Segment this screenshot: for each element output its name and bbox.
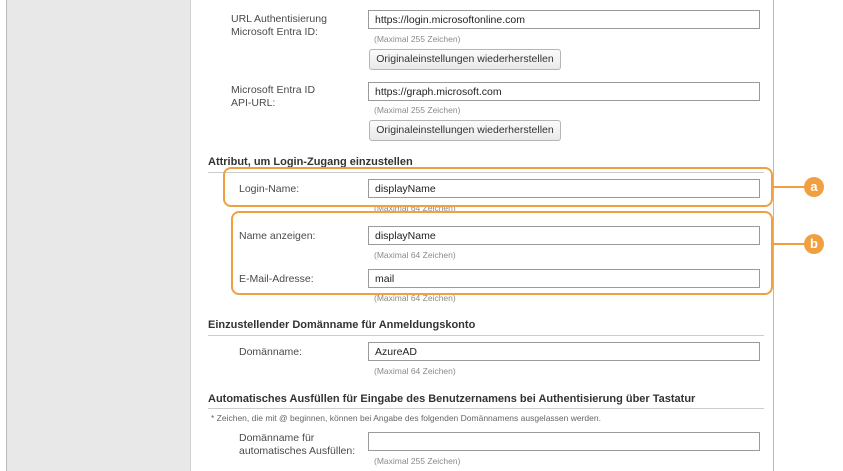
- entra-api-url-input[interactable]: https://graph.microsoft.com: [368, 82, 760, 101]
- entra-auth-url-hint: (Maximal 255 Zeichen): [374, 34, 461, 44]
- autofill-domain-input[interactable]: [368, 432, 760, 451]
- autofill-heading: Automatisches Ausfüllen für Eingabe des …: [208, 393, 696, 405]
- domain-heading: Einzustellender Domänname für Anmeldungs…: [208, 319, 476, 331]
- domain-input[interactable]: AzureAD: [368, 342, 760, 361]
- callout-b-line: [773, 243, 805, 245]
- autofill-domain-label-line2: automatisches Ausfüllen:: [239, 445, 356, 457]
- section-divider: [208, 408, 764, 409]
- entra-auth-url-label-line1: URL Authentisierung: [231, 13, 327, 25]
- autofill-domain-label: Domänname für automatisches Ausfüllen:: [239, 432, 355, 458]
- left-sidebar: [7, 0, 191, 471]
- autofill-note: * Zeichen, die mit @ beginnen, können be…: [211, 413, 601, 423]
- entra-api-url-label: Microsoft Entra ID API-URL:: [231, 84, 315, 110]
- entra-auth-url-input[interactable]: https://login.microsoftonline.com: [368, 10, 760, 29]
- callout-a-badge: a: [804, 177, 824, 197]
- autofill-domain-label-line1: Domänname für: [239, 432, 315, 444]
- section-divider: [208, 335, 764, 336]
- domain-hint: (Maximal 64 Zeichen): [374, 366, 456, 376]
- entra-auth-url-restore-button[interactable]: Originaleinstellungen wiederherstellen: [369, 49, 561, 70]
- entra-api-url-restore-button[interactable]: Originaleinstellungen wiederherstellen: [369, 120, 561, 141]
- callout-a-line: [773, 186, 805, 188]
- autofill-domain-hint: (Maximal 255 Zeichen): [374, 456, 461, 466]
- entra-api-url-hint: (Maximal 255 Zeichen): [374, 105, 461, 115]
- entra-api-url-label-line1: Microsoft Entra ID: [231, 84, 316, 96]
- callout-b-badge: b: [804, 234, 824, 254]
- entra-api-url-label-line2: API-URL:: [231, 97, 276, 109]
- entra-auth-url-label: URL Authentisierung Microsoft Entra ID:: [231, 13, 327, 39]
- entra-auth-url-label-line2: Microsoft Entra ID:: [231, 26, 318, 38]
- callout-b-box: [231, 211, 773, 295]
- callout-a-box: [223, 167, 773, 207]
- domain-label: Domänname:: [239, 346, 303, 358]
